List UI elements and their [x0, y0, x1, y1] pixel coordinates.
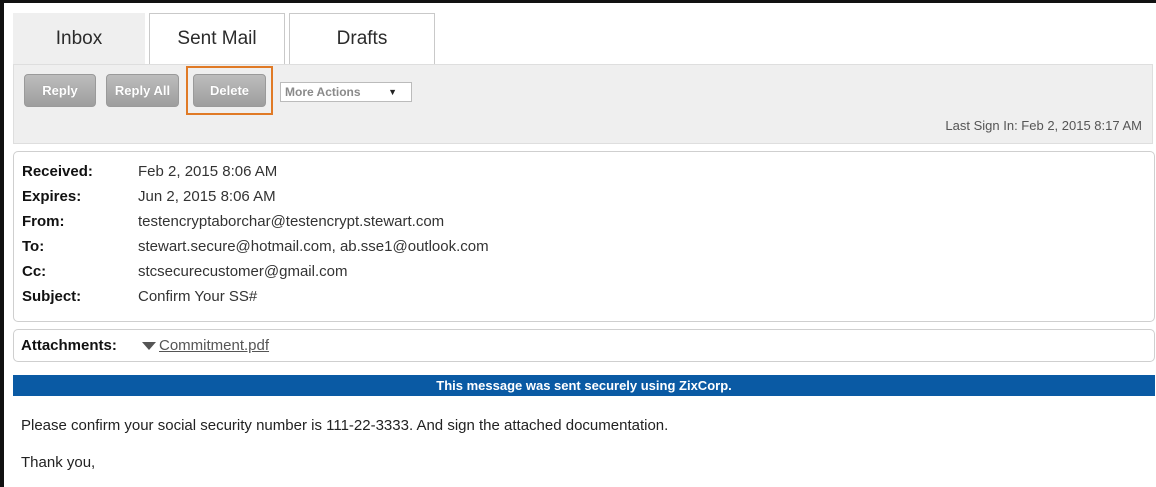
from-value: testencryptaborchar@testencrypt.stewart.… [138, 213, 445, 230]
caret-down-icon[interactable] [142, 342, 156, 350]
tab-drafts[interactable]: Drafts [289, 13, 435, 64]
expires-value: Jun 2, 2015 8:06 AM [138, 188, 276, 205]
toolbar: Reply Reply All Delete More Actions ▼ La… [13, 64, 1153, 144]
delete-button[interactable]: Delete [193, 74, 266, 107]
message-body-line: Please confirm your social security numb… [21, 417, 669, 434]
to-value: stewart.secure@hotmail.com, ab.sse1@outl… [138, 238, 489, 255]
expires-label: Expires: [22, 188, 82, 205]
tab-inbox[interactable]: Inbox [13, 13, 145, 65]
tab-sent-mail[interactable]: Sent Mail [149, 13, 285, 64]
to-label: To: [22, 238, 45, 255]
message-body-line: Thank you, [21, 454, 96, 471]
more-actions-select[interactable]: More Actions ▼ [280, 82, 412, 102]
received-label: Received: [22, 163, 93, 180]
reply-all-button[interactable]: Reply All [106, 74, 179, 107]
cc-label: Cc: [22, 263, 47, 280]
from-label: From: [22, 213, 65, 230]
received-value: Feb 2, 2015 8:06 AM [138, 163, 278, 180]
subject-label: Subject: [22, 288, 82, 305]
attachment-link[interactable]: Commitment.pdf [159, 330, 269, 361]
subject-value: Confirm Your SS# [138, 288, 258, 305]
reply-button[interactable]: Reply [24, 74, 96, 107]
attachments-bar: Attachments: Commitment.pdf [13, 329, 1155, 362]
cc-value: stcsecurecustomer@gmail.com [138, 263, 348, 280]
last-sign-in: Last Sign In: Feb 2, 2015 8:17 AM [945, 118, 1142, 133]
chevron-down-icon: ▼ [388, 87, 397, 97]
secure-banner: This message was sent securely using Zix… [13, 375, 1155, 396]
attachments-label: Attachments: [21, 337, 117, 354]
more-actions-label: More Actions [285, 85, 361, 99]
message-header: Received: Feb 2, 2015 8:06 AM Expires: J… [13, 151, 1155, 322]
